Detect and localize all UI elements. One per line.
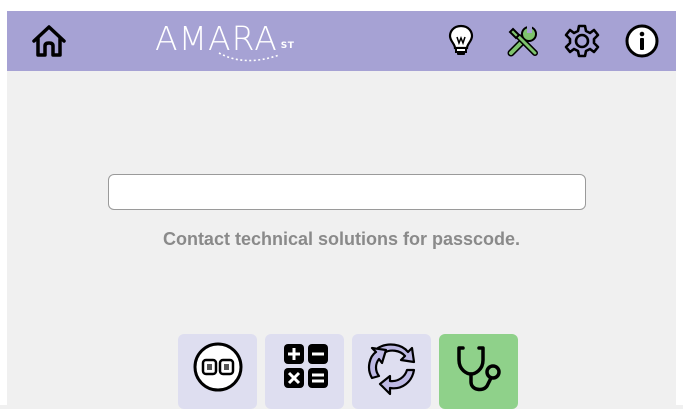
cycle-arrows-icon: [367, 343, 415, 396]
diagnostics-tile[interactable]: [439, 334, 518, 409]
gear-icon: [564, 24, 600, 58]
frame-border-left: [0, 0, 7, 405]
frame-border-right: [676, 0, 683, 405]
brand-swoosh-icon: [218, 52, 280, 62]
tips-button[interactable]: [443, 11, 479, 71]
frame-border-top: [0, 0, 683, 11]
info-icon: [625, 24, 659, 58]
tools-button[interactable]: [503, 11, 543, 71]
passcode-input[interactable]: [108, 174, 586, 210]
brand-logo: AMARA ST: [155, 17, 294, 65]
calculator-tile[interactable]: [265, 334, 344, 409]
info-button[interactable]: [622, 11, 662, 71]
home-button[interactable]: [25, 11, 73, 71]
settings-button[interactable]: [562, 11, 602, 71]
passcode-hint: Contact technical solutions for passcode…: [162, 229, 521, 249]
tools-icon: [507, 26, 538, 57]
keypad-tile[interactable]: [178, 334, 257, 409]
brand-sub: ST: [280, 41, 295, 51]
home-icon: [32, 25, 66, 57]
keypad-icon: [193, 342, 242, 392]
calculator-icon: [283, 344, 328, 388]
stethoscope-icon: [456, 346, 501, 392]
lightbulb-icon: [448, 24, 474, 55]
app-screen: AMARA ST Contact technical solutions for…: [0, 0, 683, 409]
header-bar: AMARA ST: [7, 11, 676, 71]
cycle-tile[interactable]: [352, 334, 431, 409]
